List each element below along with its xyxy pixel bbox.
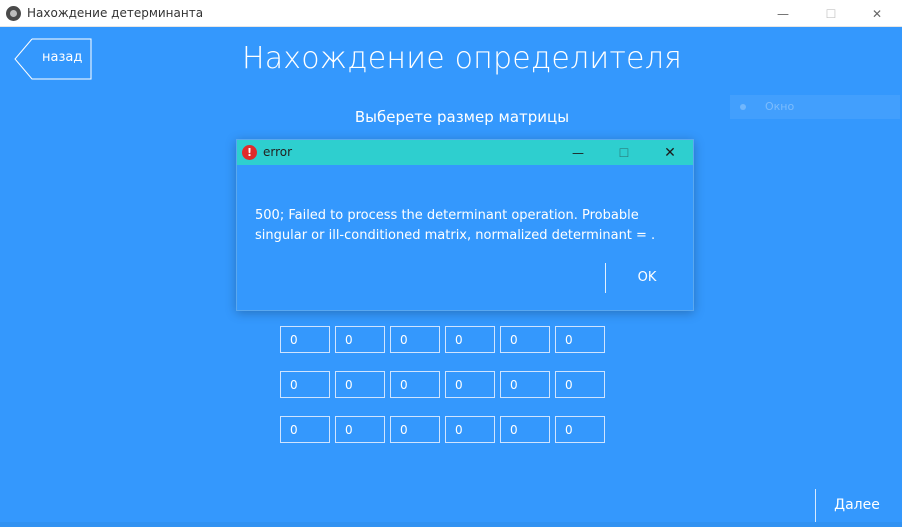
dialog-titlebar: ! error — ☐ ✕ (237, 140, 693, 165)
matrix-cell-1-3[interactable]: 0 (445, 371, 495, 398)
matrix-cell-0-0[interactable]: 0 (280, 326, 330, 353)
page-title: Нахождение определителя (241, 41, 683, 76)
error-dialog: ! error — ☐ ✕ 500; Failed to process the… (236, 139, 694, 311)
matrix-cell-1-4[interactable]: 0 (500, 371, 550, 398)
matrix-cell-2-5[interactable]: 0 (555, 416, 605, 443)
matrix-cell-2-3[interactable]: 0 (445, 416, 495, 443)
maximize-button[interactable]: ☐ (808, 0, 854, 27)
minimize-button[interactable]: — (760, 0, 806, 27)
ok-button-divider (605, 263, 606, 293)
matrix-cell-2-2[interactable]: 0 (390, 416, 440, 443)
background-window-item: Окно (730, 95, 900, 119)
matrix-cell-1-2[interactable]: 0 (390, 371, 440, 398)
matrix-cell-0-5[interactable]: 0 (555, 326, 605, 353)
matrix-cell-2-0[interactable]: 0 (280, 416, 330, 443)
window-dot-icon (740, 104, 746, 110)
error-icon: ! (242, 145, 257, 160)
close-button[interactable]: ✕ (854, 0, 900, 27)
taskbar-strip (0, 522, 902, 527)
matrix-cell-1-1[interactable]: 0 (335, 371, 385, 398)
matrix-cell-0-4[interactable]: 0 (500, 326, 550, 353)
matrix-cell-0-2[interactable]: 0 (390, 326, 440, 353)
background-window-label: Окно (765, 100, 795, 113)
matrix-cell-1-5[interactable]: 0 (555, 371, 605, 398)
dialog-maximize-button[interactable]: ☐ (601, 140, 647, 165)
matrix-cell-2-4[interactable]: 0 (500, 416, 550, 443)
window-titlebar: Нахождение детерминанта — ☐ ✕ (0, 0, 902, 27)
app-icon (6, 6, 21, 21)
next-button[interactable]: Далее (824, 497, 890, 513)
matrix-cell-0-3[interactable]: 0 (445, 326, 495, 353)
matrix-cell-1-0[interactable]: 0 (280, 371, 330, 398)
dialog-minimize-button[interactable]: — (555, 140, 601, 165)
next-button-divider (815, 489, 816, 523)
matrix-cell-2-1[interactable]: 0 (335, 416, 385, 443)
error-message: 500; Failed to process the determinant o… (255, 208, 656, 243)
matrix-cell-0-1[interactable]: 0 (335, 326, 385, 353)
window-title: Нахождение детерминанта (27, 6, 204, 20)
dialog-close-button[interactable]: ✕ (647, 140, 693, 165)
dialog-title: error (263, 145, 293, 159)
ok-button[interactable]: OK (617, 270, 677, 285)
